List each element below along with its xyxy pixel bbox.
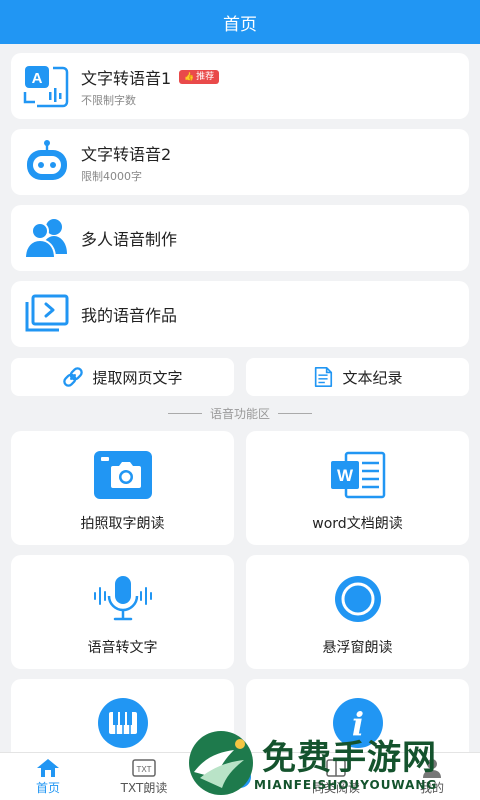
tts-a-icon: A: [23, 62, 71, 110]
text-record-button[interactable]: 文本纪录: [246, 358, 469, 396]
floating-circle-icon: [328, 573, 388, 625]
extract-web-text-label: 提取网页文字: [92, 368, 183, 387]
user-icon: [421, 757, 443, 779]
tts-2-card[interactable]: 文字转语音2 限制4000字: [11, 129, 469, 195]
text-record-label: 文本纪录: [342, 368, 403, 387]
nav-label: 我的: [419, 781, 444, 795]
people-icon: [23, 214, 71, 262]
bottom-nav: 首页 TXT TXT朗读 同类阅读 我的: [0, 752, 480, 800]
word-icon: W: [328, 449, 388, 501]
nav-add[interactable]: [192, 753, 288, 800]
home-icon: [36, 757, 60, 779]
app-header: 首页: [0, 0, 480, 44]
card-subtitle: 限制4000字: [81, 169, 142, 183]
section-title: 语音功能区: [209, 406, 270, 421]
svg-text:A: A: [32, 70, 43, 87]
svg-text:W: W: [336, 466, 353, 485]
photo-ocr-read-tile[interactable]: 拍照取字朗读: [11, 431, 234, 545]
tile-label: 语音转文字: [87, 640, 158, 656]
tile-label: 拍照取字朗读: [80, 516, 165, 532]
divider-line: [278, 412, 312, 414]
book-icon: [325, 757, 347, 779]
robot-icon: [23, 138, 71, 186]
nav-label: TXT朗读: [120, 781, 168, 795]
tile-label: word文档朗读: [312, 516, 403, 532]
multi-voice-card[interactable]: 多人语音制作: [11, 205, 469, 271]
document-icon: [312, 366, 334, 388]
info-icon: i: [328, 697, 388, 749]
badge-label: 推荐: [196, 71, 215, 82]
floating-window-read-tile[interactable]: 悬浮窗朗读: [246, 555, 469, 669]
svg-text:i: i: [351, 705, 363, 743]
tts-1-card[interactable]: A 文字转语音1 👍 推荐 不限制字数: [11, 53, 469, 119]
divider-line: [167, 412, 202, 414]
piano-icon: [93, 697, 153, 749]
page-title: 首页: [223, 14, 257, 35]
nav-txt-read[interactable]: TXT TXT朗读: [96, 753, 192, 800]
word-doc-read-tile[interactable]: W word文档朗读: [246, 431, 469, 545]
my-works-card[interactable]: 我的语音作品: [11, 281, 469, 347]
txt-icon: TXT: [132, 757, 156, 779]
folder-play-icon: [23, 290, 71, 338]
camera-icon: [93, 449, 153, 501]
add-icon: [228, 765, 252, 788]
speech-to-text-tile[interactable]: 语音转文字: [11, 555, 234, 669]
recommend-badge: 👍 推荐: [179, 69, 220, 84]
microphone-icon: [91, 573, 155, 625]
svg-text:TXT: TXT: [136, 765, 151, 774]
card-title: 我的语音作品: [81, 306, 178, 325]
card-title: 文字转语音1: [81, 68, 172, 88]
link-icon: [62, 366, 84, 388]
nav-label: 首页: [35, 781, 60, 795]
nav-label: 同类阅读: [311, 781, 360, 795]
nav-home[interactable]: 首页: [0, 753, 96, 800]
nav-mine[interactable]: 我的: [384, 753, 480, 800]
nav-similar-read[interactable]: 同类阅读: [288, 753, 384, 800]
card-subtitle: 不限制字数: [81, 93, 136, 107]
card-title: 多人语音制作: [81, 230, 178, 249]
extract-web-text-button[interactable]: 提取网页文字: [11, 358, 234, 396]
thumbs-up-icon: 👍: [184, 71, 195, 81]
section-divider: 语音功能区: [0, 405, 480, 421]
card-title: 文字转语音2: [81, 144, 172, 164]
tile-label: 悬浮窗朗读: [322, 640, 393, 656]
